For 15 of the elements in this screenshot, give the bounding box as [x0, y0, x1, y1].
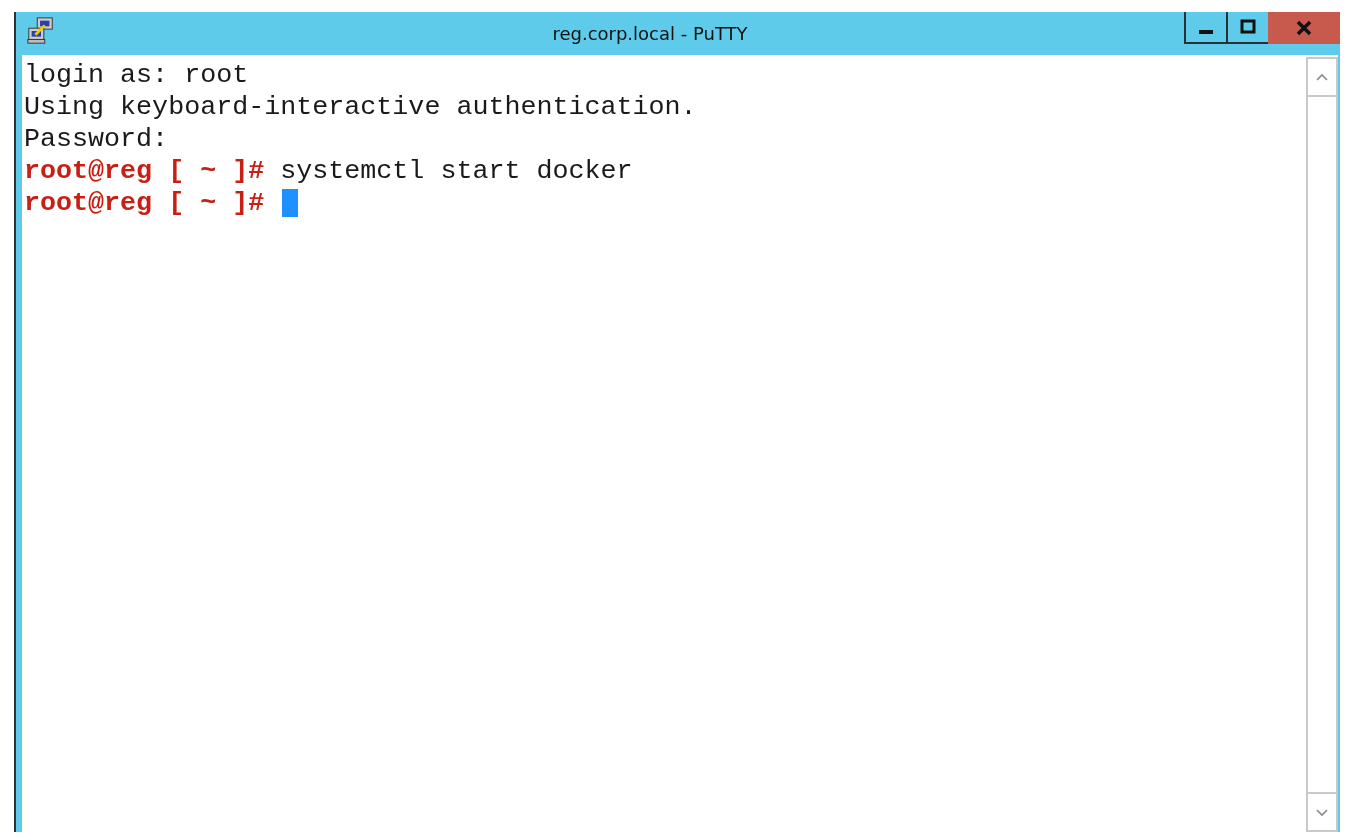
minimize-icon — [1199, 30, 1213, 34]
shell-prompt: root@reg [ ~ ]# — [24, 187, 265, 219]
close-button[interactable] — [1268, 12, 1340, 44]
shell-prompt: root@reg [ ~ ]# — [24, 155, 265, 187]
minimize-button[interactable] — [1184, 12, 1226, 44]
terminal-text: systemctl start docker — [279, 155, 633, 187]
maximize-icon — [1238, 17, 1258, 37]
maximize-button[interactable] — [1226, 12, 1268, 44]
text-cursor — [282, 189, 299, 217]
window-title: reg.corp.local - PuTTY — [551, 23, 749, 44]
terminal-text: Password: — [24, 123, 169, 155]
close-icon — [1294, 18, 1314, 38]
terminal-text: Using keyboard-interactive authentication. — [24, 91, 697, 123]
computers-icon — [26, 15, 56, 46]
terminal-text: login as: root — [24, 59, 249, 91]
